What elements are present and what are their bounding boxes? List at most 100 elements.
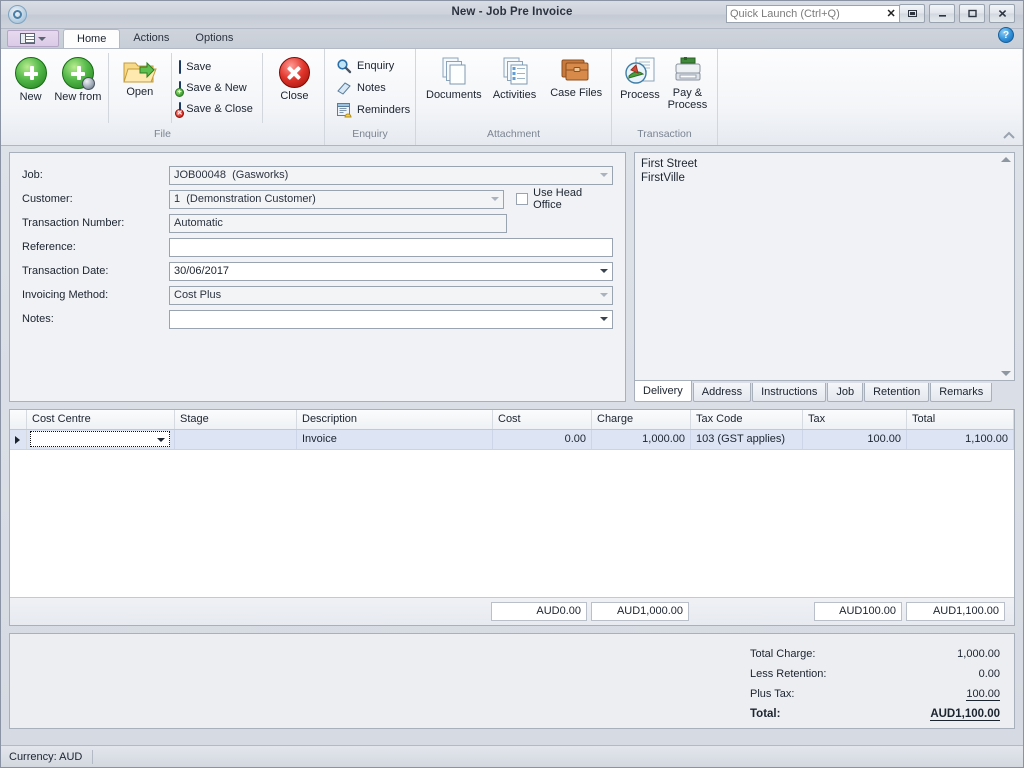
grid-header-total[interactable]: Total xyxy=(907,410,1014,429)
grid-header-stage[interactable]: Stage xyxy=(175,410,297,429)
grid-header-tax-code[interactable]: Tax Code xyxy=(691,410,803,429)
row-selector-arrow-icon[interactable] xyxy=(10,430,27,449)
chevron-up-icon[interactable] xyxy=(1002,130,1016,142)
tab-delivery[interactable]: Delivery xyxy=(634,381,692,402)
delivery-address-text: First Street FirstVille xyxy=(641,158,698,184)
ribbon-group-attachment: Documents Activities Case Files Attachme… xyxy=(416,49,612,145)
save-and-close-button[interactable]: ✕ Save & Close xyxy=(175,100,256,118)
field-row-job: Job: xyxy=(22,163,613,187)
job-input[interactable] xyxy=(169,165,613,185)
grid-header-description[interactable]: Description xyxy=(297,410,493,429)
reminders-button[interactable]: Reminders xyxy=(333,101,413,119)
cell-total[interactable]: 1,100.00 xyxy=(907,430,1014,449)
summary-row-total: Total: AUD1,100.00 xyxy=(750,704,1000,724)
ribbon-group-file: New New from Open Save + Save & New ✕ Sa… xyxy=(1,49,325,145)
tab-address[interactable]: Address xyxy=(692,383,752,402)
documents-button[interactable]: Documents xyxy=(426,53,482,102)
use-head-office-checkbox[interactable]: Use Head Office xyxy=(516,187,613,211)
notes-button[interactable]: Notes xyxy=(333,79,413,97)
invoicing-method-combo[interactable] xyxy=(169,285,613,305)
footer-total-total: AUD1,100.00 xyxy=(906,602,1005,621)
grid-header-cost-centre[interactable]: Cost Centre xyxy=(27,410,175,429)
chevron-down-icon[interactable] xyxy=(600,268,608,273)
app-logo-icon xyxy=(8,5,27,24)
activities-button[interactable]: Activities xyxy=(488,53,542,102)
cell-cost[interactable]: 0.00 xyxy=(493,430,592,449)
grid-header-corner xyxy=(10,410,27,429)
address-scrollbar[interactable] xyxy=(999,154,1013,379)
grid-header-tax[interactable]: Tax xyxy=(803,410,907,429)
enquiry-button-label: Enquiry xyxy=(357,60,395,72)
pane-layout-icon[interactable] xyxy=(7,30,59,47)
chevron-down-icon[interactable] xyxy=(600,172,608,177)
new-from-button[interactable]: New from xyxy=(54,53,101,104)
grid-header-cost[interactable]: Cost xyxy=(493,410,592,429)
customer-label: Customer: xyxy=(22,193,73,205)
application-window: New - Job Pre Invoice ✕ ? Home xyxy=(0,0,1024,768)
process-icon xyxy=(625,57,655,87)
cost-centre-combo[interactable] xyxy=(30,431,170,447)
new-from-button-label: New from xyxy=(54,91,102,103)
close-x-icon[interactable] xyxy=(989,4,1015,23)
customer-combo[interactable] xyxy=(169,189,505,209)
tab-remarks-label: Remarks xyxy=(939,386,984,398)
save-and-new-button[interactable]: + Save & New xyxy=(175,79,256,97)
minimize-icon[interactable] xyxy=(929,4,955,23)
job-combo[interactable] xyxy=(169,165,613,185)
checkbox-box[interactable] xyxy=(516,193,529,205)
restore-icon[interactable] xyxy=(899,4,925,23)
delivery-address-box[interactable]: First Street FirstVille xyxy=(634,152,1015,381)
transaction-date-combo[interactable] xyxy=(169,261,613,281)
cell-charge[interactable]: 1,000.00 xyxy=(592,430,691,449)
chevron-down-icon[interactable] xyxy=(600,292,608,297)
tab-job[interactable]: Job xyxy=(827,383,864,402)
close-button[interactable]: Close xyxy=(271,53,318,103)
tab-retention[interactable]: Retention xyxy=(864,383,930,402)
clear-x-icon[interactable]: ✕ xyxy=(882,6,900,22)
cell-description[interactable]: Invoice xyxy=(297,430,493,449)
reference-input[interactable] xyxy=(169,237,613,257)
enquiry-button[interactable]: Enquiry xyxy=(333,57,413,75)
invoicing-method-input[interactable] xyxy=(169,285,613,305)
chevron-down-icon[interactable] xyxy=(491,196,500,201)
ribbon-divider xyxy=(171,53,173,123)
cell-tax-code[interactable]: 103 (GST applies) xyxy=(691,430,803,449)
maximize-icon[interactable] xyxy=(959,4,985,23)
transaction-number-field[interactable] xyxy=(169,213,507,233)
chevron-down-icon[interactable] xyxy=(600,316,608,321)
transaction-number-input[interactable] xyxy=(169,213,507,233)
tab-remarks[interactable]: Remarks xyxy=(930,383,993,402)
transaction-date-input[interactable] xyxy=(169,261,613,281)
notes-combo[interactable] xyxy=(169,309,613,329)
pay-and-process-button-label: Pay & Process xyxy=(667,87,708,111)
case-files-button[interactable]: Case Files xyxy=(547,53,605,100)
cell-stage[interactable] xyxy=(175,430,297,449)
notes-input[interactable] xyxy=(169,309,613,329)
address-panel: First Street FirstVille Delivery Address… xyxy=(634,152,1015,402)
quick-launch-input[interactable] xyxy=(727,6,883,22)
scroll-up-arrow-icon[interactable] xyxy=(1001,157,1011,162)
scroll-down-arrow-icon[interactable] xyxy=(1001,371,1011,376)
table-row[interactable]: Invoice 0.00 1,000.00 103 (GST applies) … xyxy=(10,430,1014,450)
save-close-disk-icon: ✕ xyxy=(175,102,185,118)
help-question-icon[interactable]: ? xyxy=(998,27,1014,43)
pay-and-process-button[interactable]: Pay & Process xyxy=(664,53,711,111)
chevron-down-icon[interactable] xyxy=(157,438,165,442)
new-button[interactable]: New xyxy=(7,53,54,104)
quick-launch-box[interactable]: ✕ xyxy=(726,5,901,23)
grid-header-row: Cost Centre Stage Description Cost Charg… xyxy=(10,410,1014,430)
open-button[interactable]: Open xyxy=(114,53,165,99)
customer-input[interactable] xyxy=(169,189,505,209)
tab-actions[interactable]: Actions xyxy=(120,29,182,48)
notes-label: Notes: xyxy=(22,313,54,325)
save-button[interactable]: Save xyxy=(176,58,256,76)
tab-instructions[interactable]: Instructions xyxy=(752,383,827,402)
cell-tax[interactable]: 100.00 xyxy=(803,430,907,449)
reference-field[interactable] xyxy=(169,237,613,257)
tab-options[interactable]: Options xyxy=(182,29,246,48)
pay-process-icon xyxy=(672,57,702,85)
grid-header-charge[interactable]: Charge xyxy=(592,410,691,429)
process-button[interactable]: Process xyxy=(620,53,660,102)
tab-home[interactable]: Home xyxy=(63,29,121,48)
cell-cost-centre[interactable] xyxy=(27,430,175,449)
